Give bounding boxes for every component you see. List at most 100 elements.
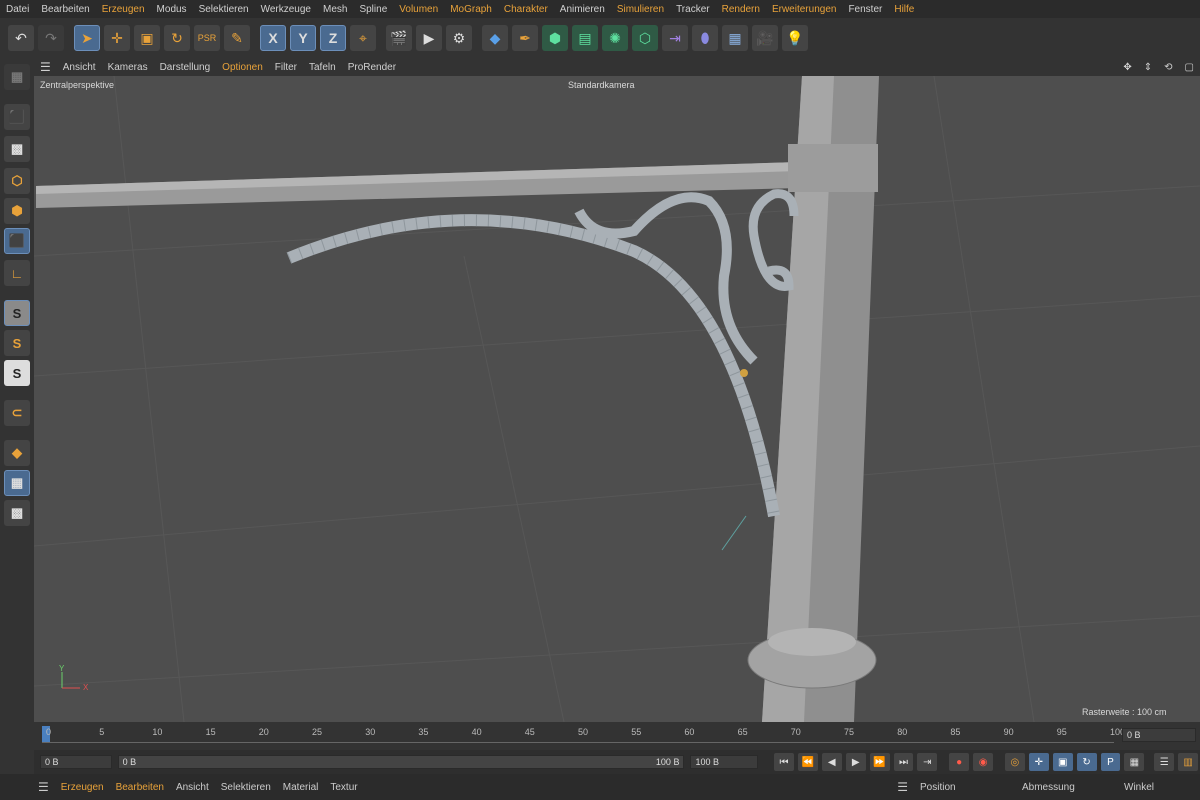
auto-key-icon[interactable]: ◉ <box>973 753 994 771</box>
menu-volumen[interactable]: Volumen <box>393 4 444 15</box>
mat-menu-material[interactable]: Material <box>277 782 325 793</box>
vp-menu-prorender[interactable]: ProRender <box>342 62 402 73</box>
vp-menu-optionen[interactable]: Optionen <box>216 62 269 73</box>
field-icon[interactable]: ⬮ <box>692 25 718 51</box>
camera-icon[interactable]: 🎥 <box>752 25 778 51</box>
render-settings-icon[interactable]: ⚙ <box>446 25 472 51</box>
hamburger-icon[interactable]: ☰ <box>34 60 57 74</box>
goto-start-icon[interactable]: ⏮ <box>774 753 794 771</box>
next-frame-icon[interactable]: ⏩ <box>869 753 890 771</box>
menu-tracker[interactable]: Tracker <box>670 4 716 15</box>
cube-object-icon[interactable]: ◆ <box>482 25 508 51</box>
menu-erzeugen[interactable]: Erzeugen <box>96 4 151 15</box>
edges-mode-icon[interactable]: ⬢ <box>4 198 30 224</box>
texture-mode-icon[interactable]: ▩ <box>4 136 30 162</box>
viewport-3d[interactable]: Zentralperspektive Standardkamera Raster… <box>34 76 1200 722</box>
magnet-icon[interactable]: ⊂ <box>4 400 30 426</box>
vp-menu-ansicht[interactable]: Ansicht <box>57 62 102 73</box>
viewport-zoom-icon[interactable]: ⇕ <box>1138 62 1158 73</box>
menu-mesh[interactable]: Mesh <box>317 4 353 15</box>
prev-frame-icon[interactable]: ◀ <box>821 753 842 771</box>
camera-label[interactable]: Standardkamera <box>568 80 635 90</box>
vp-menu-darstellung[interactable]: Darstellung <box>154 62 217 73</box>
viewport-move-icon[interactable]: ✥ <box>1117 62 1137 73</box>
snap-icon[interactable]: S <box>4 300 30 326</box>
menu-mograph[interactable]: MoGraph <box>444 4 498 15</box>
cloner-icon[interactable]: ✺ <box>602 25 628 51</box>
timeline-menu-icon[interactable]: ☰ <box>1154 753 1175 771</box>
mat-menu-erzeugen[interactable]: Erzeugen <box>55 782 110 793</box>
subdivision-icon[interactable]: ⬢ <box>542 25 568 51</box>
end-frame-field[interactable]: 100 B <box>690 755 759 769</box>
key-position-icon[interactable]: ✛ <box>1028 753 1049 771</box>
timeline-ruler[interactable]: 0 5 10 15 20 25 30 35 40 45 50 55 60 65 70 75 80 85 90 95 10… <box>34 722 1200 750</box>
key-rotation-icon[interactable]: ↻ <box>1076 753 1097 771</box>
viewport-maximize-icon[interactable]: ▢ <box>1179 62 1200 73</box>
hamburger-icon[interactable]: ☰ <box>32 780 55 794</box>
deformer-icon[interactable]: ⇥ <box>662 25 688 51</box>
record-icon[interactable]: ● <box>949 753 970 771</box>
current-frame-field[interactable]: 0 B <box>1122 728 1196 742</box>
mograph-array-icon[interactable]: ⬡ <box>632 25 658 51</box>
mat-menu-selektieren[interactable]: Selektieren <box>215 782 277 793</box>
floor-icon[interactable]: ▦ <box>722 25 748 51</box>
workplane-icon[interactable]: ◆ <box>4 440 30 466</box>
mat-menu-ansicht[interactable]: Ansicht <box>170 782 215 793</box>
psr-icon[interactable]: PSR <box>194 25 220 51</box>
snap-settings-icon[interactable]: S <box>4 330 30 356</box>
menu-erweiterungen[interactable]: Erweiterungen <box>766 4 842 15</box>
menu-werkzeuge[interactable]: Werkzeuge <box>255 4 317 15</box>
axis-mode-icon[interactable]: ∟ <box>4 260 30 286</box>
vp-menu-tafeln[interactable]: Tafeln <box>303 62 342 73</box>
key-pla-icon[interactable]: ▦ <box>1124 753 1145 771</box>
spline-pen-icon[interactable]: ✒ <box>512 25 538 51</box>
menu-modus[interactable]: Modus <box>151 4 193 15</box>
make-editable-icon[interactable]: ▦ <box>4 64 30 90</box>
locked-workplane-icon[interactable]: ▦ <box>4 470 30 496</box>
rotate-tool-icon[interactable]: ↻ <box>164 25 190 51</box>
mat-menu-bearbeiten[interactable]: Bearbeiten <box>110 782 170 793</box>
viewport-rotate-icon[interactable]: ⟲ <box>1158 62 1178 73</box>
model-mode-icon[interactable]: ⬛ <box>4 104 30 130</box>
undo-icon[interactable]: ↶ <box>8 25 34 51</box>
key-parameter-icon[interactable]: P <box>1100 753 1121 771</box>
menu-charakter[interactable]: Charakter <box>498 4 554 15</box>
menu-rendern[interactable]: Rendern <box>716 4 766 15</box>
film-strip-icon[interactable]: ▥ <box>1178 753 1199 771</box>
menu-animieren[interactable]: Animieren <box>554 4 611 15</box>
menu-hilfe[interactable]: Hilfe <box>888 4 920 15</box>
menu-spline[interactable]: Spline <box>353 4 393 15</box>
vp-menu-filter[interactable]: Filter <box>269 62 303 73</box>
scale-tool-icon[interactable]: ▣ <box>134 25 160 51</box>
select-tool-icon[interactable]: ➤ <box>74 25 100 51</box>
goto-end-icon[interactable]: ⏭ <box>893 753 914 771</box>
light-icon[interactable]: 💡 <box>782 25 808 51</box>
key-scale-icon[interactable]: ▣ <box>1052 753 1073 771</box>
menu-datei[interactable]: Datei <box>0 4 35 15</box>
mat-menu-textur[interactable]: Textur <box>324 782 363 793</box>
z-axis-icon[interactable]: Z <box>320 25 346 51</box>
planar-workplane-icon[interactable]: ▩ <box>4 500 30 526</box>
start-frame-field[interactable]: 0 B <box>40 755 112 769</box>
vp-menu-kameras[interactable]: Kameras <box>102 62 154 73</box>
points-mode-icon[interactable]: ⬡ <box>4 168 30 194</box>
menu-bearbeiten[interactable]: Bearbeiten <box>35 4 95 15</box>
extrude-generator-icon[interactable]: ▤ <box>572 25 598 51</box>
menu-simulieren[interactable]: Simulieren <box>611 4 670 15</box>
play-icon[interactable]: ▶ <box>845 753 866 771</box>
render-picture-viewer-icon[interactable]: ▶ <box>416 25 442 51</box>
render-view-icon[interactable]: 🎬 <box>386 25 412 51</box>
menu-selektieren[interactable]: Selektieren <box>193 4 255 15</box>
frame-range-slider[interactable]: 0 B 100 B <box>117 755 685 769</box>
menu-fenster[interactable]: Fenster <box>842 4 888 15</box>
y-axis-icon[interactable]: Y <box>290 25 316 51</box>
keyframe-selection-icon[interactable]: ◎ <box>1004 753 1025 771</box>
hamburger-icon-attributes[interactable]: ☰ <box>891 780 914 794</box>
last-frame-icon[interactable]: ⇥ <box>917 753 938 771</box>
x-axis-icon[interactable]: X <box>260 25 286 51</box>
recent-tool-icon[interactable]: ✎ <box>224 25 250 51</box>
redo-icon[interactable]: ↷ <box>38 25 64 51</box>
workplane-snap-icon[interactable]: S <box>4 360 30 386</box>
prev-key-icon[interactable]: ⏪ <box>797 753 818 771</box>
move-tool-icon[interactable]: ✛ <box>104 25 130 51</box>
